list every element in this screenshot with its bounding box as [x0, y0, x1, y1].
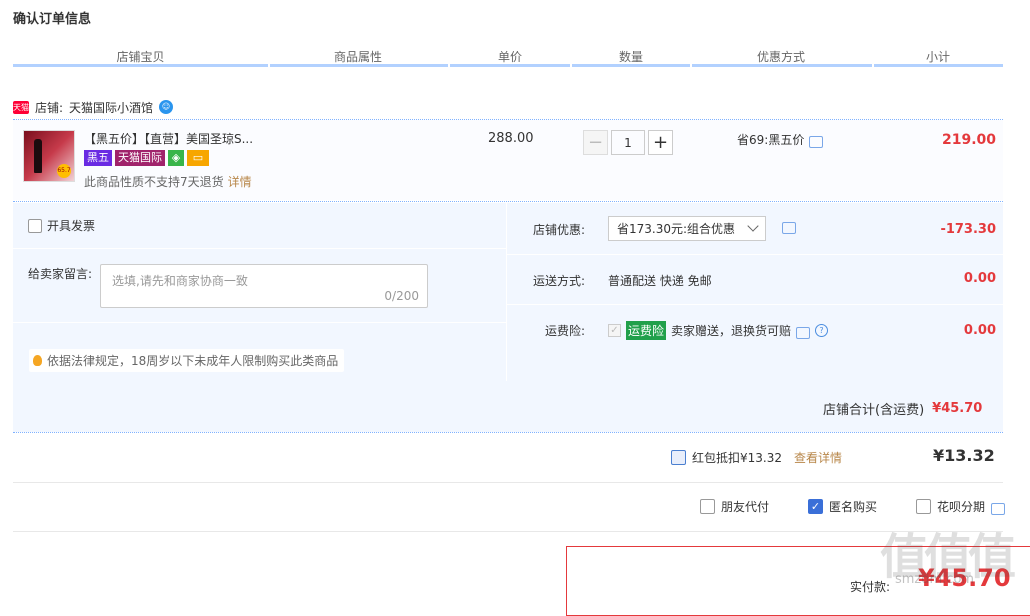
divider [506, 203, 507, 381]
header-bar [13, 64, 268, 67]
col-head-attr: 商品属性 [333, 50, 382, 64]
view-details-link[interactable]: 查看详情 [794, 449, 842, 466]
col-head-subtotal: 小计 [925, 50, 950, 64]
shipping-method: 普通配送 快递 免邮 [608, 274, 712, 288]
red-packet-option[interactable]: 红包抵扣¥13.32 查看详情 [671, 449, 842, 466]
col-head-discount: 优惠方式 [756, 50, 805, 64]
shop-total: 店铺合计(含运费) ¥45.70 [823, 401, 983, 418]
shipping-label: 运送方式: [533, 274, 586, 288]
wangwang-chat-icon[interactable]: ☺ [159, 100, 174, 114]
insurance-amount: 0.00 [963, 323, 996, 338]
huabei-checkbox[interactable] [916, 499, 931, 514]
divider [13, 322, 506, 323]
shop-name-link[interactable]: 天猫国际小酒馆 [69, 99, 153, 116]
anonymous-checkbox[interactable]: ✓ [808, 499, 823, 514]
tag-black-five: 黑五 [84, 150, 112, 166]
tag-tmall-international: 天猫国际 [115, 150, 165, 166]
shop-discount-label: 店铺优惠: [533, 223, 586, 237]
header-bar [270, 64, 448, 67]
friend-pay-checkbox[interactable] [700, 499, 715, 514]
tmall-icon: 天猫 [13, 100, 29, 114]
return-note: 此商品性质不支持7天退货 详情 [84, 175, 252, 189]
wine-bottle-icon [34, 139, 42, 173]
shipping-amount: 0.00 [963, 271, 996, 286]
divider [507, 304, 1003, 305]
comment-icon[interactable] [796, 326, 811, 339]
divider [507, 254, 1003, 255]
comment-icon[interactable] [782, 222, 796, 234]
invoice-checkbox[interactable] [28, 218, 42, 233]
discount-info: 省69:黑五价 [737, 131, 824, 148]
help-icon[interactable]: ? [815, 324, 829, 337]
divider [13, 531, 1003, 532]
guarantee-icon: ◈ [168, 150, 184, 166]
page-title: 确认订单信息 [13, 12, 92, 27]
shop-discount-select[interactable]: 省173.30元:组合优惠 [608, 216, 766, 241]
col-head-item: 店铺宝贝 [116, 50, 165, 64]
lightbulb-icon [33, 355, 42, 366]
friend-pay-option[interactable]: 朋友代付 [700, 498, 769, 515]
header-bar [692, 64, 872, 67]
comment-icon[interactable] [809, 135, 824, 148]
shop-discount-amount: -173.30 [940, 222, 996, 237]
product-tags: 黑五 天猫国际 ◈ ▭ [84, 150, 209, 167]
details-link[interactable]: 详情 [228, 175, 252, 189]
insurance-label: 运费险: [545, 324, 586, 338]
message-char-count: 0/200 [384, 289, 419, 303]
seller-message-input[interactable]: 选填,请先和商家协商一致 0/200 [100, 264, 428, 308]
divider [13, 482, 1003, 483]
invoice-label: 开具发票 [47, 219, 96, 233]
product-thumbnail[interactable]: 65.7 [23, 130, 75, 182]
comment-icon[interactable] [991, 502, 1006, 515]
chevron-down-icon [747, 220, 759, 232]
message-label: 给卖家留言: [28, 267, 93, 281]
item-subtotal: 219.00 [942, 132, 997, 148]
shipping-insurance: ✓ 运费险 卖家赠送，退换货可赔 ? [608, 321, 829, 340]
divider [13, 201, 1003, 202]
age-restriction-notice: 依据法律规定，18周岁以下未成年人限制购买此类商品 [29, 349, 345, 372]
quantity-stepper: − 1 + [583, 130, 673, 155]
divider [13, 248, 506, 249]
insurance-checkbox: ✓ [608, 324, 621, 337]
shop-row: 天猫 店铺: 天猫国际小酒馆 ☺ [13, 97, 174, 117]
anonymous-option[interactable]: ✓ 匿名购买 [808, 498, 877, 515]
divider [13, 432, 1003, 433]
huabei-option[interactable]: 花呗分期 [916, 498, 1006, 515]
red-packet-checkbox[interactable] [671, 450, 686, 465]
product-title-link[interactable]: 【黑五价】【直营】美国圣琼S... [84, 130, 253, 147]
qty-decrease-button[interactable]: − [583, 130, 608, 155]
insurance-badge: 运费险 [626, 321, 667, 340]
watermark-site: smzdm.com [895, 572, 975, 587]
unit-price: 288.00 [488, 131, 534, 146]
header-bar [572, 64, 690, 67]
qty-input[interactable]: 1 [611, 130, 645, 155]
header-bar [450, 64, 570, 67]
invoice-option[interactable]: 开具发票 [28, 217, 95, 234]
header-bar [874, 64, 1003, 67]
col-head-price: 单价 [497, 50, 522, 64]
shop-prefix: 店铺: [35, 100, 64, 115]
red-packet-amount: ¥13.32 [933, 446, 995, 465]
thumb-badge: 65.7 [57, 164, 71, 178]
qty-increase-button[interactable]: + [648, 130, 673, 155]
col-head-qty: 数量 [618, 50, 643, 64]
credit-card-icon: ▭ [187, 150, 209, 166]
message-placeholder: 选填,请先和商家协商一致 [112, 274, 248, 288]
